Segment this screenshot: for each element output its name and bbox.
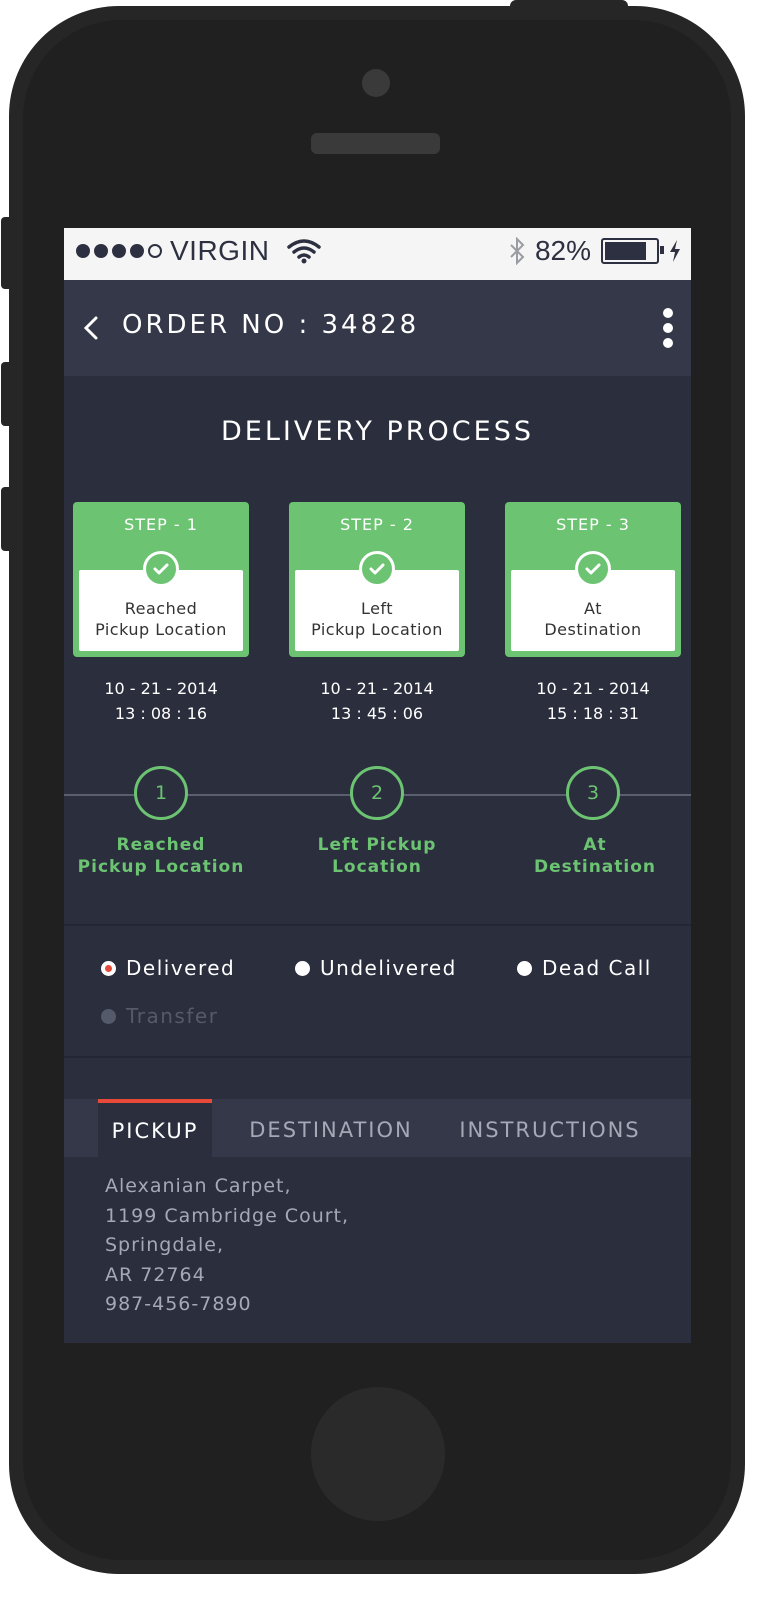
step-text-line: Destination — [544, 620, 642, 639]
step-label: STEP - 2 — [340, 515, 414, 534]
step-card-3: STEP - 3 At Destination — [505, 502, 681, 657]
front-camera — [362, 69, 390, 97]
check-icon — [575, 551, 611, 587]
bluetooth-icon — [510, 237, 525, 265]
step-timestamp-3: 10 - 21 - 2014 15 : 18 : 31 — [505, 676, 681, 726]
radio-label: Transfer — [126, 1004, 219, 1028]
step-date: 10 - 21 - 2014 — [320, 679, 434, 698]
radio-indicator — [101, 960, 116, 976]
chevron-left-icon — [83, 316, 98, 340]
address-line: 1199 Cambridge Court, — [105, 1204, 350, 1227]
address-line: Alexanian Carpet, — [105, 1175, 292, 1197]
tab-instructions[interactable]: INSTRUCTIONS — [452, 1099, 648, 1157]
status-bar: VIRGIN 82% — [64, 228, 691, 280]
radio-label: Dead Call — [542, 956, 652, 980]
step-text-line: At — [584, 599, 602, 618]
check-icon — [143, 551, 179, 587]
step-time: 15 : 18 : 31 — [546, 704, 640, 723]
volume-up-button — [1, 362, 11, 426]
radio-label: Delivered — [126, 956, 236, 980]
order-title: ORDER NO : 34828 — [122, 310, 420, 340]
check-icon — [359, 551, 395, 587]
radio-transfer: Transfer — [101, 1004, 218, 1028]
timeline-label-3: At Destination — [507, 834, 683, 878]
carrier-name: VIRGIN — [170, 235, 270, 266]
radio-indicator — [101, 1008, 116, 1024]
address-line: AR 72764 — [105, 1263, 206, 1286]
step-card-1: STEP - 1 Reached Pickup Location — [73, 502, 249, 657]
step-text-line: Pickup Location — [95, 620, 227, 639]
step-timestamp-2: 10 - 21 - 2014 13 : 45 : 06 — [289, 676, 465, 726]
step-date: 10 - 21 - 2014 — [104, 679, 218, 698]
signal-dot — [94, 244, 108, 258]
battery-area: 82% — [509, 235, 681, 267]
step-text-line: Left — [360, 599, 394, 618]
more-vertical-icon — [657, 308, 679, 348]
wifi-icon — [287, 239, 322, 264]
earpiece-speaker — [311, 133, 440, 154]
step-text-line: Pickup Location — [311, 620, 443, 639]
step-label: STEP - 3 — [556, 515, 630, 534]
delivery-status-group: Delivered Undelivered Dead Call Transfer — [64, 926, 691, 1056]
step-time: 13 : 08 : 16 — [114, 704, 208, 723]
app-bar: ORDER NO : 34828 — [64, 280, 691, 376]
step-text: At Destination — [511, 598, 675, 640]
mute-switch — [1, 217, 11, 289]
timeline-label-2: Left Pickup Location — [289, 834, 465, 878]
step-label: STEP - 1 — [124, 515, 198, 534]
radio-dead-call[interactable]: Dead Call — [517, 956, 652, 980]
timeline-label-line: At — [583, 835, 607, 855]
step-time: 13 : 45 : 06 — [330, 704, 424, 723]
radio-undelivered[interactable]: Undelivered — [295, 956, 457, 980]
signal-dot — [130, 244, 144, 258]
step-text-line: Reached — [124, 599, 198, 618]
step-card-2: STEP - 2 Left Pickup Location — [289, 502, 465, 657]
signal-dot — [112, 244, 126, 258]
phone-number[interactable]: 987-456-7890 — [105, 1290, 349, 1320]
signal-dot — [76, 244, 90, 258]
section-divider — [64, 1056, 691, 1058]
back-button[interactable] — [76, 308, 106, 348]
detail-tabs: PICKUP DESTINATION INSTRUCTIONS — [64, 1099, 691, 1157]
battery-percent: 82% — [534, 235, 591, 266]
pickup-address: Alexanian Carpet, 1199 Cambridge Court, … — [105, 1172, 349, 1320]
radio-indicator — [517, 960, 532, 976]
more-menu-button[interactable] — [657, 308, 679, 352]
step-date: 10 - 21 - 2014 — [536, 679, 650, 698]
timeline-label-line: Destination — [533, 857, 657, 877]
tab-pickup[interactable]: PICKUP — [98, 1099, 212, 1157]
timeline-label-line: Location — [332, 857, 422, 877]
radio-label: Undelivered — [320, 956, 457, 980]
timeline-label-1: Reached Pickup Location — [73, 834, 249, 878]
timeline-node-2: 2 — [350, 766, 404, 820]
volume-down-button — [1, 487, 11, 551]
timeline-label-line: Left Pickup — [317, 835, 437, 855]
charging-bolt-icon — [670, 240, 680, 262]
timeline-label-line: Pickup Location — [77, 857, 245, 877]
tab-destination[interactable]: DESTINATION — [240, 1099, 422, 1157]
power-button — [510, 0, 628, 10]
step-timestamp-1: 10 - 21 - 2014 13 : 08 : 16 — [73, 676, 249, 726]
signal-dot-empty — [148, 244, 162, 258]
app-screen: VIRGIN 82% ORDER NO: 34828 DELIVERY PRO… — [64, 228, 691, 1343]
step-text: Left Pickup Location — [295, 598, 459, 640]
battery-icon — [601, 238, 664, 264]
address-line: Springdale, — [105, 1234, 225, 1256]
radio-delivered[interactable]: Delivered — [101, 956, 235, 980]
section-title: DELIVERY PROCESS — [221, 416, 534, 447]
radio-indicator — [295, 960, 310, 976]
timeline-label-line: Reached — [116, 835, 206, 855]
step-text: Reached Pickup Location — [79, 598, 243, 640]
timeline-node-3: 3 — [566, 766, 620, 820]
home-button[interactable] — [311, 1387, 445, 1521]
timeline-node-1: 1 — [134, 766, 188, 820]
signal-carrier: VIRGIN — [76, 235, 322, 267]
